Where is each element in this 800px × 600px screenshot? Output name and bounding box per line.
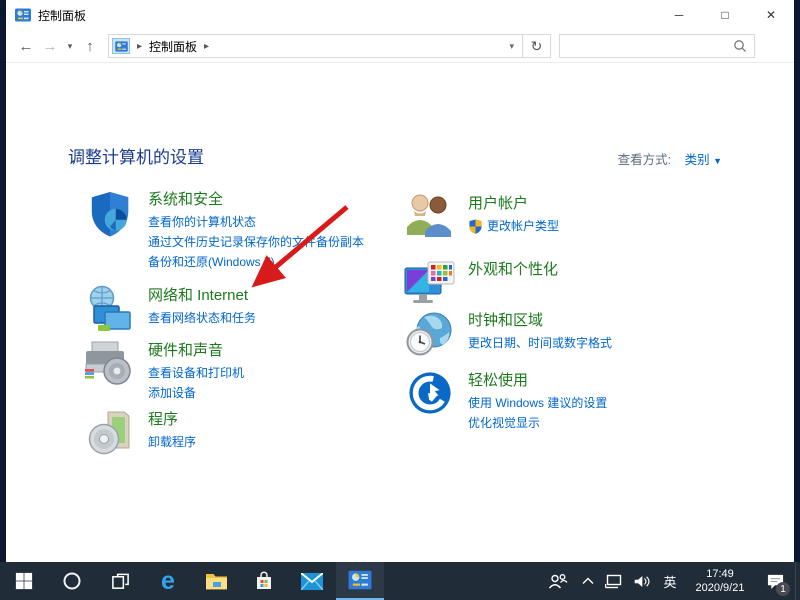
search-icon	[733, 39, 747, 58]
category-network-internet: 网络和 Internet查看网络状态和任务	[84, 285, 256, 335]
programs-icon[interactable]	[84, 409, 136, 459]
shield-icon[interactable]	[84, 189, 136, 239]
printer-icon[interactable]	[84, 340, 136, 390]
refresh-button[interactable]: ↻	[523, 34, 551, 58]
volume-icon[interactable]	[627, 562, 655, 600]
users-icon[interactable]	[404, 193, 456, 243]
address-dropdown-icon[interactable]: ▾	[509, 41, 522, 52]
category-title-user-accounts[interactable]: 用户帐户	[468, 193, 559, 214]
action-center-icon[interactable]: 1	[755, 562, 795, 600]
page-title: 调整计算机的设置	[68, 143, 204, 168]
window-title: 控制面板	[38, 7, 86, 24]
tray-time: 17:49	[685, 567, 755, 581]
view-by-label: 查看方式:	[618, 153, 671, 167]
start-button[interactable]	[0, 562, 48, 600]
uac-shield-icon	[468, 219, 483, 234]
category-title-network-internet[interactable]: 网络和 Internet	[148, 285, 256, 306]
up-button[interactable]: ↑	[78, 38, 102, 55]
maximize-button[interactable]: □	[702, 0, 748, 30]
category-link[interactable]: 更改日期、时间或数字格式	[468, 333, 612, 353]
network-icon[interactable]	[601, 562, 627, 600]
network-icon[interactable]	[84, 285, 136, 335]
clock-icon[interactable]	[404, 310, 456, 360]
appearance-icon[interactable]	[404, 259, 456, 309]
clock-tray[interactable]: 17:49 2020/9/21	[685, 567, 755, 595]
show-hidden-icons-chevron[interactable]	[575, 562, 601, 600]
titlebar: 控制面板 ─ □ ✕	[6, 0, 794, 30]
recent-pages-dropdown-icon[interactable]: ▾	[62, 41, 78, 52]
search-box[interactable]	[559, 34, 755, 58]
breadcrumb-control-panel-icon	[112, 38, 130, 54]
category-system-security: 系统和安全查看你的计算机状态通过文件历史记录保存你的文件备份副本备份和还原(Wi…	[84, 189, 364, 272]
category-link[interactable]: 备份和还原(Windows 7)	[148, 252, 364, 272]
category-link[interactable]: 通过文件历史记录保存你的文件备份副本	[148, 232, 364, 252]
view-by-dropdown-icon[interactable]: ▼	[713, 156, 722, 166]
people-icon[interactable]	[541, 562, 575, 600]
taskbar-control-panel-active[interactable]	[336, 562, 384, 600]
taskbar: e 英 17:49 2020/9/21 1	[0, 562, 800, 600]
control-panel-window: 控制面板 ─ □ ✕ ← → ▾ ↑ ▸ 控制面板 ▸ ▾ ↻	[6, 0, 794, 562]
search-input[interactable]	[560, 36, 725, 56]
mail-icon[interactable]	[288, 562, 336, 600]
breadcrumb-item[interactable]: 控制面板	[149, 38, 197, 55]
breadcrumb-separator: ▸	[130, 41, 149, 52]
category-link[interactable]: 查看你的计算机状态	[148, 212, 364, 232]
task-view-button[interactable]	[96, 562, 144, 600]
cortana-button[interactable]	[48, 562, 96, 600]
category-appearance-personalization: 外观和个性化	[404, 259, 558, 309]
category-title-appearance-personalization[interactable]: 外观和个性化	[468, 259, 558, 280]
category-link[interactable]: 查看网络状态和任务	[148, 308, 256, 328]
address-bar[interactable]: ▸ 控制面板 ▸ ▾	[108, 34, 523, 58]
category-title-programs[interactable]: 程序	[148, 409, 196, 430]
control-panel-icon	[15, 7, 31, 23]
category-ease-of-access: 轻松使用使用 Windows 建议的设置优化视觉显示	[404, 370, 607, 433]
category-user-accounts: 用户帐户更改帐户类型	[404, 193, 559, 243]
category-link[interactable]: 卸载程序	[148, 432, 196, 452]
tray-date: 2020/9/21	[685, 581, 755, 595]
breadcrumb-separator[interactable]: ▸	[197, 41, 216, 52]
category-title-clock-region[interactable]: 时钟和区域	[468, 310, 612, 331]
category-link[interactable]: 使用 Windows 建议的设置	[468, 393, 607, 413]
forward-button[interactable]: →	[38, 38, 62, 55]
category-link[interactable]: 更改帐户类型	[468, 216, 559, 236]
category-clock-region: 时钟和区域更改日期、时间或数字格式	[404, 310, 612, 360]
show-desktop-button[interactable]	[795, 562, 800, 600]
navigation-bar: ← → ▾ ↑ ▸ 控制面板 ▸ ▾ ↻	[6, 30, 794, 63]
category-title-system-security[interactable]: 系统和安全	[148, 189, 364, 210]
category-title-hardware-sound[interactable]: 硬件和声音	[148, 340, 244, 361]
category-link[interactable]: 优化视觉显示	[468, 413, 607, 433]
category-title-ease-of-access[interactable]: 轻松使用	[468, 370, 607, 391]
category-link[interactable]: 添加设备	[148, 383, 244, 403]
notification-badge: 1	[776, 582, 790, 596]
category-hardware-sound: 硬件和声音查看设备和打印机添加设备	[84, 340, 244, 403]
close-button[interactable]: ✕	[748, 0, 794, 30]
minimize-button[interactable]: ─	[656, 0, 702, 30]
back-button[interactable]: ←	[14, 38, 38, 55]
category-link[interactable]: 查看设备和打印机	[148, 363, 244, 383]
input-method-indicator[interactable]: 英	[655, 562, 685, 600]
view-by-control: 查看方式: 类别 ▼	[618, 149, 722, 168]
content-area: 调整计算机的设置 查看方式: 类别 ▼ 系统和安全查看你的计算机状态通过文件历史…	[6, 63, 794, 561]
edge-icon[interactable]: e	[144, 562, 192, 600]
ease-icon[interactable]	[404, 370, 456, 420]
category-programs: 程序卸载程序	[84, 409, 196, 459]
file-explorer-icon[interactable]	[192, 562, 240, 600]
microsoft-store-icon[interactable]	[240, 562, 288, 600]
view-by-value[interactable]: 类别	[685, 153, 710, 167]
